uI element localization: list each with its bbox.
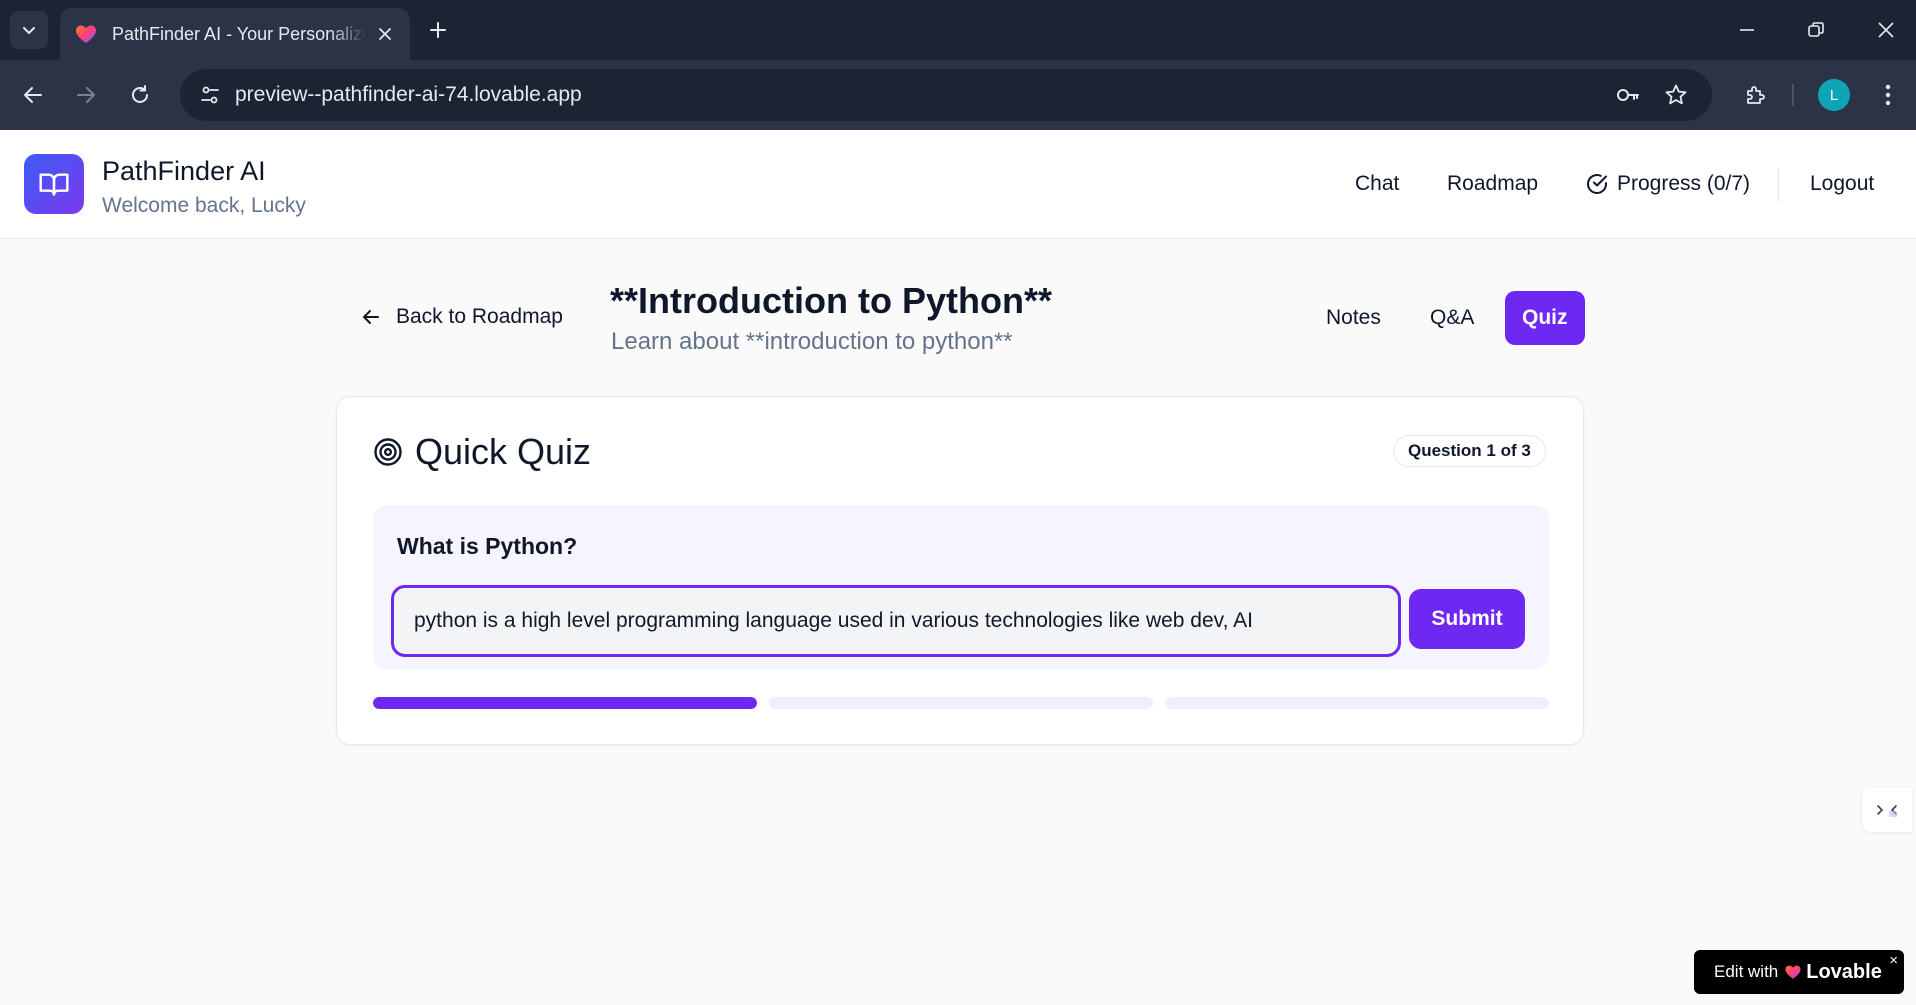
app-logo[interactable]: [24, 154, 84, 214]
star-icon: [1665, 84, 1687, 105]
target-icon: [374, 438, 402, 466]
logout-button[interactable]: Logout: [1810, 172, 1874, 196]
address-bar[interactable]: preview--pathfinder-ai-74.lovable.app: [180, 69, 1712, 121]
quiz-card: Quick Quiz Question 1 of 3 What is Pytho…: [336, 396, 1584, 745]
minimize-icon: [1740, 29, 1754, 31]
tab-qa[interactable]: Q&A: [1413, 291, 1491, 345]
header-divider: [1778, 168, 1779, 202]
reload-icon: [132, 85, 148, 103]
bookmark-button[interactable]: [1658, 77, 1694, 113]
question-progress-step: [1165, 697, 1549, 709]
app-name: PathFinder AI: [102, 156, 266, 186]
tab-close-icon[interactable]: [374, 23, 396, 45]
browser-tab-active[interactable]: PathFinder AI - Your Personalized: [60, 8, 410, 60]
plus-icon: [430, 22, 446, 38]
question-box: What is Python? Submit: [373, 505, 1549, 669]
lovable-close-icon[interactable]: ×: [1889, 952, 1898, 969]
browser-toolbar: preview--pathfinder-ai-74.lovable.app L: [0, 60, 1916, 130]
close-window-button[interactable]: [1866, 10, 1906, 50]
arrow-right-icon: [77, 87, 95, 103]
answer-input[interactable]: [391, 585, 1401, 657]
url-text: preview--pathfinder-ai-74.lovable.app: [235, 83, 582, 106]
welcome-message: Welcome back, Lucky: [102, 194, 306, 217]
back-to-roadmap-link[interactable]: Back to Roadmap: [360, 305, 563, 329]
profile-avatar[interactable]: L: [1818, 79, 1850, 111]
tune-icon: [201, 86, 219, 104]
tab-title: PathFinder AI - Your Personalized: [112, 23, 366, 44]
password-key-button[interactable]: [1610, 77, 1646, 113]
topic-title: **Introduction to Python**: [610, 280, 1052, 321]
tab-quiz-label: Quiz: [1522, 306, 1568, 329]
nav-chat-label: Chat: [1355, 172, 1400, 195]
question-counter-badge: Question 1 of 3: [1393, 435, 1546, 467]
quiz-heading: Quick Quiz: [373, 431, 591, 473]
kebab-menu-icon: [1885, 84, 1891, 106]
tab-qa-label: Q&A: [1430, 306, 1475, 329]
nav-chat[interactable]: Chat: [1355, 172, 1399, 196]
browser-tab-bar: PathFinder AI - Your Personalized: [0, 0, 1916, 60]
book-open-icon: [39, 173, 69, 196]
back-button[interactable]: [13, 75, 53, 115]
tab-search-button[interactable]: [10, 11, 48, 49]
key-icon: [1617, 89, 1639, 101]
submit-button[interactable]: Submit: [1409, 589, 1525, 649]
check-circle-icon: [1587, 174, 1607, 194]
arrow-left-icon: [24, 87, 42, 103]
lovable-heart-icon: [1785, 965, 1801, 979]
extensions-button[interactable]: [1736, 75, 1776, 115]
tab-quiz[interactable]: Quiz: [1505, 291, 1585, 345]
logout-label: Logout: [1810, 172, 1875, 195]
close-icon: [1878, 22, 1894, 38]
chevron-down-icon: [23, 27, 35, 35]
question-progress-step: [373, 697, 757, 709]
toolbar-divider: [1792, 84, 1794, 106]
lovable-heart-icon: [76, 25, 96, 43]
site-info-button[interactable]: [192, 77, 228, 113]
nav-progress[interactable]: Progress (0/7): [1585, 172, 1750, 196]
lovable-brand: Lovable: [1806, 960, 1882, 983]
quiz-title: Quick Quiz: [415, 431, 592, 472]
collapse-arrows-icon: [1877, 805, 1897, 817]
tab-notes[interactable]: Notes: [1309, 291, 1398, 345]
progress-step-fill: [373, 697, 757, 709]
topic-subtitle: Learn about **introduction to python**: [611, 328, 1013, 355]
puzzle-icon: [1747, 86, 1765, 104]
question-text: What is Python?: [397, 533, 578, 559]
nav-roadmap[interactable]: Roadmap: [1447, 172, 1538, 196]
back-to-roadmap-label: Back to Roadmap: [396, 305, 563, 328]
arrow-left-icon: [363, 310, 379, 324]
browser-menu-button[interactable]: [1868, 75, 1908, 115]
side-panel-toggle[interactable]: [1862, 788, 1912, 832]
restore-icon: [1808, 22, 1824, 37]
reload-button[interactable]: [120, 75, 160, 115]
forward-button[interactable]: [66, 75, 106, 115]
minimize-button[interactable]: [1727, 10, 1767, 50]
new-tab-button[interactable]: [422, 14, 454, 46]
tab-notes-label: Notes: [1326, 306, 1381, 329]
restore-button[interactable]: [1796, 10, 1836, 50]
nav-roadmap-label: Roadmap: [1447, 172, 1539, 195]
lovable-badge-prefix: Edit with: [1714, 962, 1779, 981]
question-progress-step: [769, 697, 1153, 709]
edit-with-lovable-badge[interactable]: Edit with Lovable ×: [1694, 950, 1904, 994]
nav-progress-label: Progress (0/7): [1617, 172, 1751, 195]
app-header: PathFinder AI Welcome back, Lucky Chat R…: [0, 130, 1916, 239]
